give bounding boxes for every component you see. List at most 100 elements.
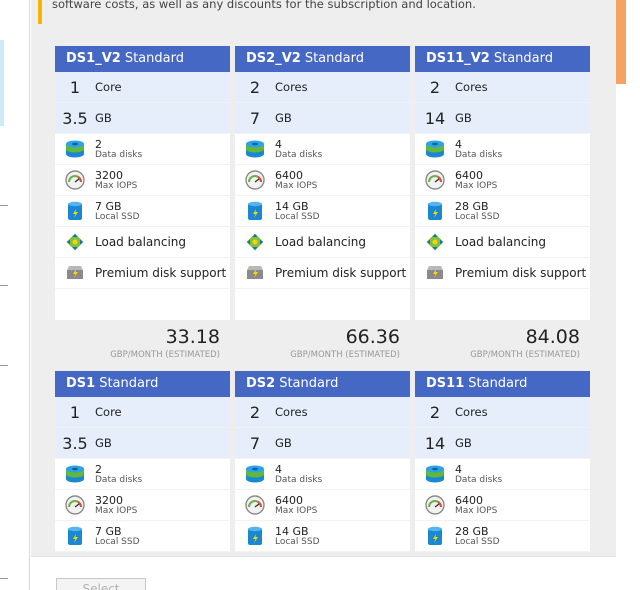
local-ssd-icon [415, 201, 455, 221]
cores-unit: Core [95, 405, 122, 419]
max-iops-value: 6400 [275, 493, 303, 507]
data-disks-label: Data disks [275, 149, 323, 160]
cores-unit: Cores [455, 80, 488, 94]
local-ssd-row: 7 GB Local SSD [55, 196, 230, 227]
cores-unit: Core [95, 80, 122, 94]
max-iops-label: Max IOPS [275, 505, 318, 516]
data-disks-icon [55, 140, 95, 158]
cores-row: 2 Cores [415, 72, 590, 103]
size-tier: Standard [279, 376, 339, 391]
max-iops-row: 6400 Max IOPS [415, 490, 590, 521]
local-ssd-label: Local SSD [95, 211, 140, 222]
cores-row: 1 Core [55, 72, 230, 103]
size-card-ds11[interactable]: DS11 Standard 2 Cores 14 GB 4 Data disks 6… [415, 371, 590, 552]
left-nav-divider [0, 285, 8, 286]
max-iops-value: 3200 [95, 493, 123, 507]
size-card-header: DS2_V2 Standard [235, 46, 410, 72]
size-card-ds1-v2[interactable]: DS1_V2 Standard 1 Core 3.5 GB 2 Data disks… [55, 46, 230, 364]
local-ssd-label: Local SSD [95, 536, 140, 547]
left-nav-divider [0, 365, 8, 366]
local-ssd-value: 7 GB [95, 524, 122, 538]
data-disks-row: 4 Data disks [415, 134, 590, 165]
size-tier: Standard [493, 51, 554, 66]
data-disks-label: Data disks [95, 149, 143, 160]
max-iops-gauge-icon [55, 495, 95, 515]
local-ssd-value: 14 GB [275, 524, 309, 538]
premium-disk-row: Premium disk support [235, 258, 410, 289]
cores-count: 2 [249, 402, 261, 422]
left-nav-strip [0, 0, 30, 590]
memory-amount: 3.5 [62, 433, 88, 453]
memory-amount: 7 [249, 433, 261, 453]
premium-disk-label: Premium disk support [95, 266, 227, 280]
blade-footer: Select [31, 556, 616, 590]
memory-amount: 7 [249, 108, 261, 128]
max-iops-gauge-icon [235, 170, 275, 190]
memory-unit: GB [275, 111, 292, 125]
max-iops-gauge-icon [415, 170, 455, 190]
size-card-header: DS11_V2 Standard [415, 46, 590, 72]
load-balancing-icon [415, 232, 455, 252]
premium-disk-icon [415, 264, 455, 282]
price-block: 33.18 GBP/MONTH (ESTIMATED) [55, 320, 230, 364]
price-period: GBP/MONTH (ESTIMATED) [290, 350, 400, 360]
local-ssd-icon [55, 201, 95, 221]
max-iops-row: 3200 Max IOPS [55, 165, 230, 196]
data-disks-icon [235, 465, 275, 483]
data-disks-value: 2 [95, 137, 102, 151]
cores-count: 2 [429, 77, 441, 97]
local-ssd-row: 28 GB Local SSD [415, 521, 590, 552]
max-iops-label: Max IOPS [455, 505, 498, 516]
pricing-info-text: software costs, as well as any discounts… [52, 0, 476, 11]
load-balancing-row: Load balancing [235, 227, 410, 258]
max-iops-value: 3200 [95, 168, 123, 182]
right-accent-bar [616, 0, 626, 84]
size-name: DS2 [246, 376, 276, 391]
price-amount: 84.08 [525, 326, 580, 348]
select-button[interactable]: Select [56, 578, 146, 590]
local-ssd-icon [235, 201, 275, 221]
local-ssd-value: 28 GB [455, 524, 489, 538]
empty-spacer-row [235, 289, 410, 320]
local-ssd-row: 7 GB Local SSD [55, 521, 230, 552]
premium-disk-icon [55, 264, 95, 282]
size-tier: Standard [124, 51, 184, 66]
memory-unit: GB [95, 111, 112, 125]
size-name: DS1_V2 [66, 51, 121, 66]
max-iops-label: Max IOPS [95, 505, 138, 516]
memory-unit: GB [275, 436, 292, 450]
memory-row: 3.5 GB [55, 103, 230, 134]
data-disks-icon [415, 140, 455, 158]
max-iops-row: 3200 Max IOPS [55, 490, 230, 521]
size-card-header: DS11 Standard [415, 371, 590, 397]
cores-count: 1 [69, 77, 81, 97]
empty-spacer-row [415, 289, 590, 320]
max-iops-gauge-icon [415, 495, 455, 515]
data-disks-value: 4 [455, 462, 462, 476]
price-period: GBP/MONTH (ESTIMATED) [110, 350, 220, 360]
size-card-header: DS1 Standard [55, 371, 230, 397]
load-balancing-label: Load balancing [455, 235, 547, 249]
left-nav-divider [0, 578, 8, 579]
size-selection-blade: DS1_V2 Standard 1 Core 3.5 GB 2 Data disks… [31, 0, 616, 556]
memory-amount: 14 [424, 108, 446, 128]
size-tier: Standard [99, 376, 159, 391]
size-card-ds2[interactable]: DS2 Standard 2 Cores 7 GB 4 Data disks 640… [235, 371, 410, 552]
info-accent-bar [38, 0, 42, 24]
local-ssd-row: 14 GB Local SSD [235, 196, 410, 227]
load-balancing-icon [235, 232, 275, 252]
cores-count: 2 [429, 402, 441, 422]
size-card-ds2-v2[interactable]: DS2_V2 Standard 2 Cores 7 GB 4 Data disks … [235, 46, 410, 364]
max-iops-gauge-icon [55, 170, 95, 190]
data-disks-label: Data disks [275, 474, 323, 485]
data-disks-label: Data disks [455, 149, 503, 160]
cores-unit: Cores [275, 80, 308, 94]
size-name: DS11_V2 [426, 51, 490, 66]
load-balancing-label: Load balancing [275, 235, 367, 249]
data-disks-value: 2 [95, 462, 102, 476]
max-iops-value: 6400 [275, 168, 303, 182]
data-disks-row: 2 Data disks [55, 134, 230, 165]
size-card-ds1[interactable]: DS1 Standard 1 Core 3.5 GB 2 Data disks 32… [55, 371, 230, 552]
size-card-ds11-v2[interactable]: DS11_V2 Standard 2 Cores 14 GB 4 Data disk… [415, 46, 590, 364]
local-ssd-label: Local SSD [275, 211, 320, 222]
